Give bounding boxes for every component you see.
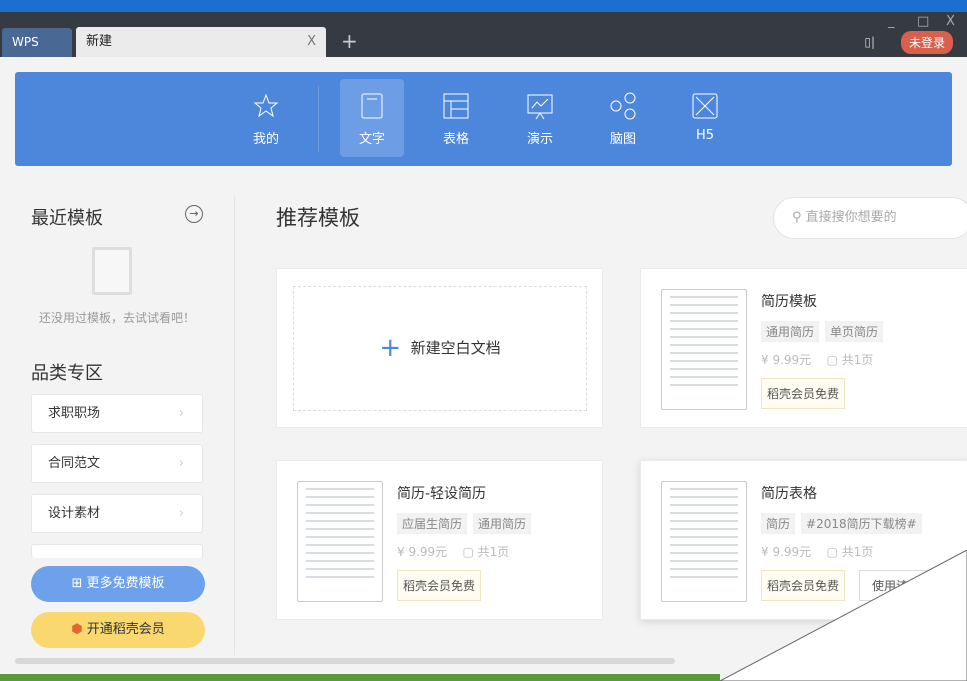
new-blank-card[interactable]: + 新建空白文档 [276,268,603,428]
horizontal-scrollbar[interactable] [15,658,675,664]
desktop-strip-bottom [0,674,720,681]
button-label: 新建空白文档 [410,339,501,357]
template-thumbnail [297,481,383,602]
category-banner: 我的 文字 表格 演示 脑图 H5 [15,72,952,166]
page-curl-overlay [719,550,967,681]
category-item[interactable]: 求职职场 › [31,394,203,433]
category-item[interactable]: 设计素材 › [31,494,203,533]
vip-free-badge[interactable]: 稻壳会员免费 [761,378,846,409]
panel-toggle-icon[interactable]: ▯| [864,35,875,49]
h5-icon [692,93,718,119]
mindmap-icon [610,92,636,120]
template-title: 简历-轻设简历 [397,486,487,502]
page-title: 推荐模板 [276,206,360,230]
title-bar: _ □ X WPS 新建 X + ▯| 未登录 [0,12,967,57]
search-placeholder: 直接搜你想要的 [805,210,897,225]
search-icon: ⚲ [792,210,806,225]
template-card[interactable]: 简历模板 通用简历 单页简历 ¥ 9.99元 ▢ 共1页 稻壳会员免费 [640,268,967,428]
plus-icon: + [379,333,402,363]
document-icon [361,93,383,119]
minimize-button[interactable]: _ [888,14,895,29]
nav-mindmap[interactable]: 脑图 [591,79,655,157]
nav-label: 文字 [358,132,385,147]
price: ¥ 9.99元 ▢ 共1页 [761,353,874,367]
price-value: 9.99元 [772,353,812,367]
template-tag[interactable]: 应届生简历 [397,513,468,534]
tab-label: 新建 [86,34,113,49]
nav-label: H5 [695,128,715,143]
category-label: 合同范文 [48,456,101,471]
grid-icon: ⊞ [71,576,87,591]
table-icon [443,93,469,119]
open-vip-button[interactable]: ⬢ 开通稻壳会员 [31,612,205,648]
add-tab-button[interactable]: + [341,29,358,53]
nav-label: 表格 [442,132,469,147]
divider [318,86,319,152]
star-icon [253,93,279,118]
template-tag[interactable]: 简历 [761,513,796,534]
tab-label: WPS [12,35,39,49]
page-count: 共1页 [841,353,874,367]
button-label: 开通稻壳会员 [86,622,165,637]
template-thumbnail [661,289,747,410]
template-tag[interactable]: 通用简历 [761,321,820,342]
new-blank-document-button[interactable]: + 新建空白文档 [293,286,587,411]
template-card[interactable]: 简历-轻设简历 应届生简历 通用简历 ¥ 9.99元 ▢ 共1页 稻壳会员免费 [276,460,603,620]
recent-templates-title: 最近模板 [31,208,103,229]
price: ¥ 9.99元 ▢ 共1页 [397,545,510,559]
template-tag[interactable]: #2018简历下载榜# [801,513,922,534]
price-value: 9.99元 [408,545,448,559]
nav-writer[interactable]: 文字 [340,79,404,157]
presentation-icon [527,94,553,120]
close-window-button[interactable]: X [946,14,955,29]
category-label: 求职职场 [48,406,101,421]
vip-free-badge[interactable]: 稻壳会员免费 [397,570,482,601]
button-label: 更多免费模板 [86,576,165,591]
nav-label: 我的 [252,132,279,147]
nav-label: 演示 [526,132,553,147]
category-item[interactable] [31,544,203,558]
sidebar-divider [234,195,235,655]
chevron-right-icon: › [178,406,184,421]
category-item[interactable]: 合同范文 › [31,444,203,483]
page-count: 共1页 [477,545,510,559]
nav-sheet[interactable]: 表格 [424,79,488,157]
nav-h5[interactable]: H5 [673,79,737,157]
category-label: 设计素材 [48,506,101,521]
arrow-right-circle-icon[interactable]: → [185,205,203,223]
template-title: 简历模板 [761,294,817,310]
chevron-right-icon: › [178,506,184,521]
template-tag[interactable]: 通用简历 [473,513,532,534]
template-tag[interactable]: 单页简历 [825,321,884,342]
nav-label: 脑图 [609,132,636,147]
tab-wps[interactable]: WPS [2,28,72,57]
category-title: 品类专区 [31,363,103,384]
more-free-templates-button[interactable]: ⊞ 更多免费模板 [31,566,205,602]
desktop-strip [0,0,967,12]
tab-new[interactable]: 新建 X [76,27,326,57]
maximize-button[interactable]: □ [917,14,929,29]
chevron-right-icon: › [178,456,184,471]
empty-illustration [92,247,132,295]
search-input[interactable]: ⚲ 直接搜你想要的 [773,197,967,239]
vip-badge-icon: ⬢ [71,622,87,637]
template-title: 简历表格 [761,486,817,502]
login-button[interactable]: 未登录 [900,31,953,54]
nav-mine[interactable]: 我的 [234,79,298,157]
empty-text: 还没用过模板，去试试看吧！ [38,311,195,325]
close-tab-icon[interactable]: X [307,27,316,57]
nav-presentation[interactable]: 演示 [508,79,572,157]
